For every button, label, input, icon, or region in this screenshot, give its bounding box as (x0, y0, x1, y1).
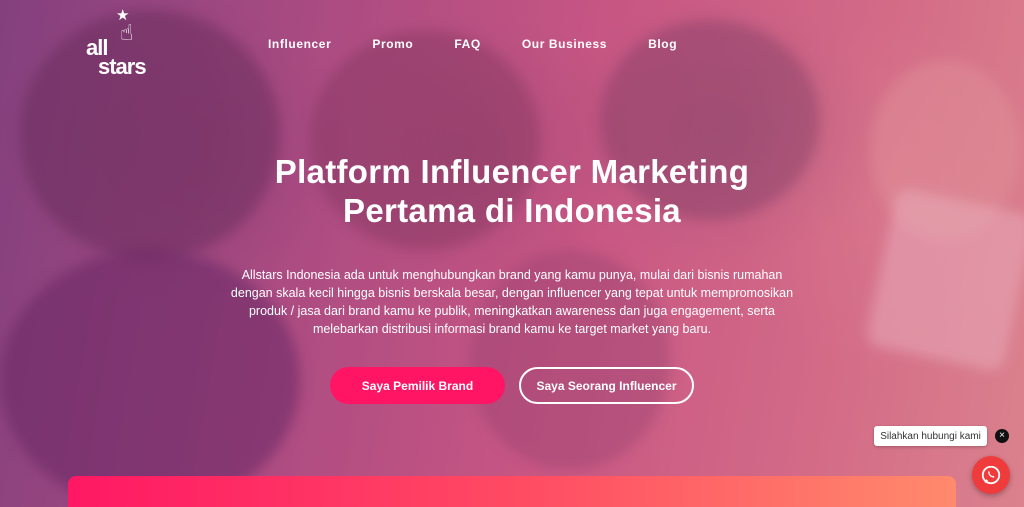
nav-item-our-business[interactable]: Our Business (522, 37, 607, 51)
close-icon[interactable]: × (995, 429, 1009, 443)
influencer-button[interactable]: Saya Seorang Influencer (519, 367, 694, 404)
hero-title-line-2: Pertama di Indonesia (343, 192, 681, 229)
hero-title-line-1: Platform Influencer Marketing (274, 153, 750, 190)
chat-tooltip[interactable]: Silahkan hubungi kami (874, 426, 987, 446)
pointing-hand-icon: ☝ (120, 20, 134, 45)
nav-item-faq[interactable]: FAQ (454, 37, 480, 51)
bottom-gradient-bar (68, 476, 956, 507)
nav-item-promo[interactable]: Promo (372, 37, 413, 51)
whatsapp-icon (981, 465, 1001, 485)
brand-owner-button[interactable]: Saya Pemilik Brand (330, 367, 505, 404)
nav-item-blog[interactable]: Blog (648, 37, 677, 51)
hero-description: Allstars Indonesia ada untuk menghubungk… (230, 268, 794, 336)
logo-text-stars: stars (98, 54, 147, 79)
main-nav: Influencer Promo FAQ Our Business Blog (268, 37, 718, 51)
whatsapp-button[interactable] (972, 456, 1010, 494)
nav-item-influencer[interactable]: Influencer (268, 37, 331, 51)
hero-title: Platform Influencer Marketing Pertama di… (212, 152, 812, 230)
allstars-logo[interactable]: ★ ☝ all stars (86, 8, 161, 79)
